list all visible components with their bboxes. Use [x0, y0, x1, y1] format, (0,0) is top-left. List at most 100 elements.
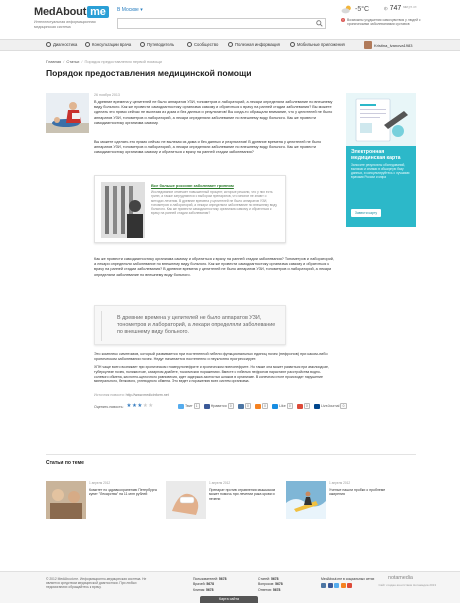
ad-illustration	[346, 93, 416, 146]
stat-row: Клиник: 5678	[193, 588, 226, 593]
share-count: 0	[303, 403, 310, 409]
weather-note: Возможны ухудшения самочувствия у людей …	[341, 18, 436, 26]
share-label: Like	[279, 404, 286, 408]
pressure-unit: мм рт. ст.	[403, 5, 418, 10]
share-count: 0	[286, 403, 293, 409]
related-heading: Статьи по теме	[46, 460, 84, 466]
facebook-icon[interactable]	[327, 583, 333, 588]
nav-label: Сообщество	[194, 42, 219, 47]
user-menu[interactable]: Kristina_Ivanova1983	[364, 41, 412, 49]
related-date: 1 апреля 2012	[329, 481, 351, 485]
odnoklassniki-icon[interactable]	[340, 583, 346, 588]
related-title[interactable]: Комитет по здравоохранению Петербурга ку…	[89, 488, 159, 497]
create-card-button[interactable]: Завести карту	[351, 209, 381, 217]
site-logo[interactable]: MedAbout me	[34, 6, 109, 18]
logo-text: MedAbout	[34, 6, 87, 18]
nav-label: Мобильные приложения	[297, 42, 345, 47]
rating-stars[interactable]: ★ ★ ★ ★ ★	[127, 403, 154, 410]
livejournal-icon[interactable]	[314, 403, 320, 409]
share-label: LiveJournal	[321, 404, 340, 408]
pressure-widget: ⦶ 747 мм рт. ст.	[384, 5, 417, 12]
compass-icon	[140, 42, 145, 47]
related-item[interactable]: 1 апреля 2012 Препарат против отравления…	[166, 481, 281, 533]
search-input[interactable]	[118, 26, 313, 35]
star-icon[interactable]: ★	[148, 403, 153, 410]
nav-item-mobile-apps[interactable]: Мобильные приложения	[290, 42, 345, 47]
card-image	[101, 182, 145, 238]
logo-accent: me	[87, 6, 109, 18]
article-hero-image	[46, 93, 89, 133]
stat-value: 5678	[272, 587, 281, 592]
article-paragraph: В древние времена у целителей не было ап…	[94, 100, 333, 125]
rating-label: Оценить новость:	[94, 404, 124, 409]
star-icon[interactable]: ★	[143, 403, 148, 410]
page-title: Порядок предоставления медицинской помощ…	[46, 68, 252, 78]
stat-label: Пользователей:	[193, 577, 218, 581]
city-selector[interactable]: В Москве ▾	[117, 7, 143, 13]
card-title[interactable]: Все больше россиян заболевает гриппом	[151, 183, 279, 188]
quote-rule	[101, 311, 102, 341]
city-label: В Москве	[117, 7, 139, 13]
share-count: 0	[244, 403, 251, 409]
odnoklassniki-icon[interactable]	[254, 403, 261, 409]
nav-label: Консультации врача	[92, 42, 132, 47]
share-label: Нравится	[210, 404, 227, 408]
googleplus-icon[interactable]	[347, 583, 352, 588]
nav-item-consultations[interactable]: Консультации врача	[85, 42, 131, 47]
facebook-icon[interactable]	[203, 403, 210, 409]
stat-label: Вопросов:	[258, 582, 275, 587]
twitter-icon[interactable]	[334, 583, 339, 588]
source-link[interactable]: http://www.medicinform.net	[126, 393, 169, 397]
warning-icon	[341, 18, 345, 22]
user-name: Kristina_Ivanova1983	[374, 42, 413, 48]
twitter-icon[interactable]	[178, 403, 184, 409]
agency-caption: Сайт создан агентством Нотамедиа 2013	[378, 583, 436, 587]
related-date: 1 апреля 2012	[89, 481, 111, 485]
breadcrumb-home[interactable]: Главная	[46, 59, 61, 64]
stat-label: Врачей:	[193, 582, 206, 587]
nav-item-guide[interactable]: Путеводитель	[140, 42, 174, 47]
star-icon[interactable]: ★	[137, 403, 142, 410]
share-count: 1	[193, 403, 200, 409]
sitemap-button[interactable]: Карта сайта	[200, 596, 258, 603]
related-item[interactable]: 1 апреля 2012 Комитет по здравоохранению…	[46, 481, 161, 533]
stat-value: 5678	[275, 582, 283, 587]
breadcrumb-separator: /	[63, 59, 65, 64]
nav-label: Диагностика	[53, 42, 78, 47]
article-paragraph: Это комплекс симптомов, который развивае…	[94, 352, 328, 362]
vk-icon[interactable]	[237, 403, 244, 409]
article-source: Источник новости: http://www.medicinform…	[94, 393, 169, 397]
related-item[interactable]: 1 апреля 2012 Ученые нашли пробки о проб…	[286, 481, 401, 533]
card-text: Исследование отмечает повышенный процент…	[151, 190, 277, 216]
phone-icon	[290, 42, 295, 47]
source-label: Источник новости:	[94, 393, 125, 397]
breadcrumb-separator: /	[81, 59, 83, 64]
search-box[interactable]	[117, 18, 326, 35]
nav-label: Путеводитель	[147, 42, 175, 47]
footer-copyright: © 2012 MedAbout.me. Информационно-медици…	[46, 577, 147, 590]
quote-text: В древние времена у целителей не было ап…	[117, 315, 276, 335]
vk-icon[interactable]	[321, 583, 326, 588]
star-icon[interactable]: ★	[127, 403, 132, 410]
related-image	[46, 481, 86, 519]
breadcrumb-articles[interactable]: Статьи	[66, 59, 79, 64]
share-count: 0	[227, 403, 234, 409]
nav-item-community[interactable]: Сообщество	[187, 42, 218, 47]
nav-item-diagnostics[interactable]: Диагностика	[46, 42, 77, 47]
search-icon[interactable]	[316, 20, 323, 27]
article-quote: В древние времена у целителей не было ап…	[94, 305, 286, 345]
breadcrumb: Главная / Статьи / Порядок предоставления пе…	[46, 59, 162, 64]
related-title[interactable]: Препарат против отравления мышьяком може…	[209, 488, 279, 501]
mailru-icon[interactable]	[272, 403, 279, 409]
pressure-value: 747	[389, 5, 402, 12]
related-news-card[interactable]: Все больше россиян заболевает гриппом Ис…	[94, 175, 286, 243]
footer-stats: Пользователей: 5678 Врачей: 5678 Клиник:…	[193, 577, 226, 593]
googleplus-icon[interactable]	[296, 403, 303, 409]
star-icon[interactable]: ★	[132, 403, 137, 410]
main-nav: Диагностика Консультации врача Путеводит…	[0, 39, 460, 51]
medical-card-ad[interactable]: Электронная медицинская карта Заносите р…	[346, 93, 416, 227]
agency-logo[interactable]: notamedia	[388, 575, 413, 581]
stat-value: 5678	[270, 577, 279, 581]
related-title[interactable]: Ученые нашли пробки о проблеме ожирения	[329, 488, 399, 497]
nav-item-useful-info[interactable]: Полезная информация	[228, 42, 280, 47]
